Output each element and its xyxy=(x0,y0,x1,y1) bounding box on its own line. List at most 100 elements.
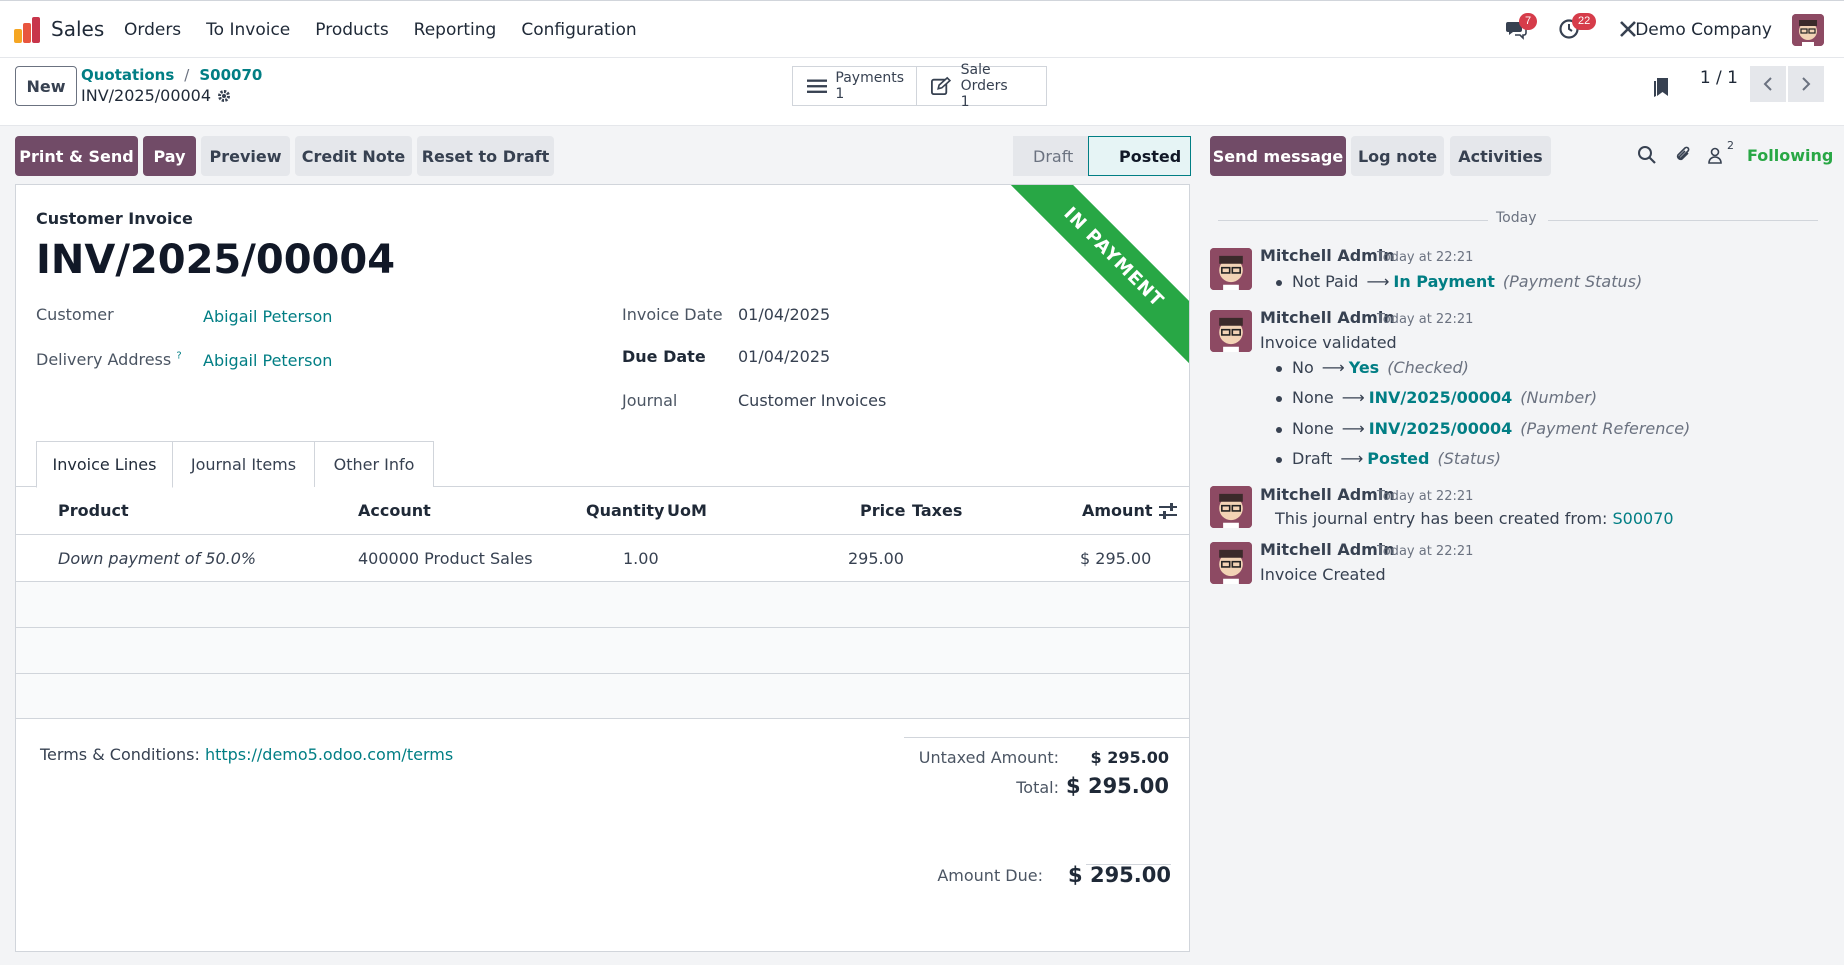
message-author[interactable]: Mitchell Admin xyxy=(1260,308,1395,327)
col-account[interactable]: Account xyxy=(358,501,431,520)
sale-order-link[interactable]: S00070 xyxy=(1613,509,1674,528)
customer-field[interactable]: Abigail Peterson xyxy=(203,307,332,326)
chevron-right-icon xyxy=(1802,77,1811,91)
line-quantity[interactable]: 1.00 xyxy=(623,549,659,568)
col-taxes[interactable]: Taxes xyxy=(912,501,962,520)
new-button[interactable]: New xyxy=(15,66,77,106)
send-message-button[interactable]: Send message xyxy=(1210,136,1346,176)
journal-field[interactable]: Customer Invoices xyxy=(738,391,886,410)
credit-note-button[interactable]: Credit Note xyxy=(295,136,412,176)
total-label: Total: xyxy=(1016,778,1059,797)
due-date-field[interactable]: 01/04/2025 xyxy=(738,347,830,366)
status-draft-label: Draft xyxy=(1033,146,1074,166)
new-value: INV/2025/00004 xyxy=(1368,419,1513,438)
line-account[interactable]: 400000 Product Sales xyxy=(358,549,533,568)
old-value: None xyxy=(1292,419,1334,438)
chevron-left-icon xyxy=(1763,77,1772,91)
menu-to-invoice[interactable]: To Invoice xyxy=(206,20,290,40)
avatar[interactable] xyxy=(1210,542,1252,584)
empty-table-row xyxy=(16,582,1189,628)
menu-products[interactable]: Products xyxy=(315,20,388,40)
reset-to-draft-button[interactable]: Reset to Draft xyxy=(417,136,554,176)
breadcrumb-order[interactable]: S00070 xyxy=(199,66,262,84)
col-quantity[interactable]: Quantity xyxy=(586,501,664,520)
breadcrumb: Quotations / S00070 xyxy=(81,66,263,84)
status-posted-label: Posted xyxy=(1119,146,1182,166)
empty-table-row xyxy=(16,628,1189,674)
sales-app-logo-icon[interactable] xyxy=(14,17,42,43)
followers-icon[interactable]: 2 xyxy=(1707,139,1734,167)
col-price[interactable]: Price xyxy=(860,501,905,520)
status-posted[interactable]: Posted xyxy=(1088,136,1191,176)
terms-label: Terms & Conditions: xyxy=(40,745,200,764)
pager-previous-button[interactable] xyxy=(1750,66,1786,102)
field-name: (Number) xyxy=(1520,388,1598,407)
payments-label: Payments xyxy=(835,70,904,86)
menu-reporting[interactable]: Reporting xyxy=(414,20,497,40)
status-draft[interactable]: Draft xyxy=(1013,136,1088,176)
record-name: INV/2025/00004 xyxy=(81,86,212,105)
old-value: None xyxy=(1292,388,1334,407)
terms-link[interactable]: https://demo5.odoo.com/terms xyxy=(205,745,453,764)
totals-divider xyxy=(904,737,1189,738)
delivery-address-label: Delivery Address ? xyxy=(36,350,182,369)
journal-label: Journal xyxy=(622,391,678,410)
message-author[interactable]: Mitchell Admin xyxy=(1260,540,1395,559)
sale-orders-label: Sale Orders xyxy=(960,62,1008,94)
user-avatar[interactable] xyxy=(1792,14,1824,46)
field-name: (Status) xyxy=(1437,449,1501,468)
log-note-button[interactable]: Log note xyxy=(1351,136,1444,176)
activities-button[interactable]: Activities xyxy=(1450,136,1551,176)
avatar[interactable] xyxy=(1210,248,1252,290)
message-author[interactable]: Mitchell Admin xyxy=(1260,485,1395,504)
notebook-tabs: Invoice Lines Journal Items Other Info xyxy=(16,441,1189,488)
activities-clock-icon[interactable]: 22 xyxy=(1558,13,1597,42)
table-row[interactable]: Down payment of 50.0% 400000 Product Sal… xyxy=(16,535,1189,582)
line-product[interactable]: Down payment of 50.0% xyxy=(58,549,256,568)
message-author[interactable]: Mitchell Admin xyxy=(1260,246,1395,265)
line-amount[interactable]: $ 295.00 xyxy=(1080,549,1151,568)
line-price[interactable]: 295.00 xyxy=(848,549,904,568)
untaxed-amount-value: $ 295.00 xyxy=(1090,748,1169,767)
tab-journal-items[interactable]: Journal Items xyxy=(172,441,315,487)
tracking-line: None ⟶ INV/2025/00004 (Number) xyxy=(1276,388,1597,407)
record-title: INV/2025/00004 xyxy=(81,86,231,105)
invoice-date-field[interactable]: 01/04/2025 xyxy=(738,305,830,324)
following-toggle[interactable]: Following xyxy=(1747,146,1833,165)
pay-button[interactable]: Pay xyxy=(143,136,196,176)
gear-icon[interactable] xyxy=(217,89,231,103)
col-amount[interactable]: Amount xyxy=(1082,501,1152,520)
bullet xyxy=(1276,456,1282,463)
arrow-icon: ⟶ xyxy=(1321,358,1345,377)
bookmark-icon[interactable] xyxy=(1651,76,1675,100)
arrow-icon: ⟶ xyxy=(1341,388,1365,407)
breadcrumb-quotations[interactable]: Quotations xyxy=(81,66,174,84)
optional-columns-icon[interactable] xyxy=(1159,503,1177,519)
company-switcher[interactable]: Demo Company xyxy=(1635,20,1772,40)
preview-button[interactable]: Preview xyxy=(201,136,290,176)
tab-invoice-lines[interactable]: Invoice Lines xyxy=(36,441,173,488)
pager-next-button[interactable] xyxy=(1788,66,1824,102)
app-name[interactable]: Sales xyxy=(51,17,104,41)
avatar[interactable] xyxy=(1210,486,1252,528)
delivery-address-field[interactable]: Abigail Peterson xyxy=(203,351,332,370)
sale-orders-count: 1 xyxy=(960,94,970,110)
tab-other-info[interactable]: Other Info xyxy=(314,441,434,487)
menu-orders[interactable]: Orders xyxy=(124,20,181,40)
col-product[interactable]: Product xyxy=(58,501,129,520)
help-tooltip-icon[interactable]: ? xyxy=(176,351,181,362)
avatar[interactable] xyxy=(1210,310,1252,352)
paperclip-icon[interactable] xyxy=(1673,145,1695,167)
new-value: In Payment xyxy=(1393,272,1495,291)
messages-icon[interactable]: 7 xyxy=(1505,13,1538,42)
col-uom[interactable]: UoM xyxy=(667,501,707,520)
search-icon[interactable] xyxy=(1637,145,1659,167)
bullet xyxy=(1276,365,1282,372)
sale-orders-smart-button[interactable]: Sale Orders 1 xyxy=(916,62,1047,110)
print-send-button[interactable]: Print & Send xyxy=(15,136,138,176)
followers-count: 2 xyxy=(1727,139,1734,152)
menu-configuration[interactable]: Configuration xyxy=(521,20,636,40)
message-time: Today at 22:21 xyxy=(1377,250,1474,265)
pager-value[interactable]: 1 / 1 xyxy=(1700,68,1738,88)
payments-smart-button[interactable]: Payments 1 xyxy=(792,66,917,106)
